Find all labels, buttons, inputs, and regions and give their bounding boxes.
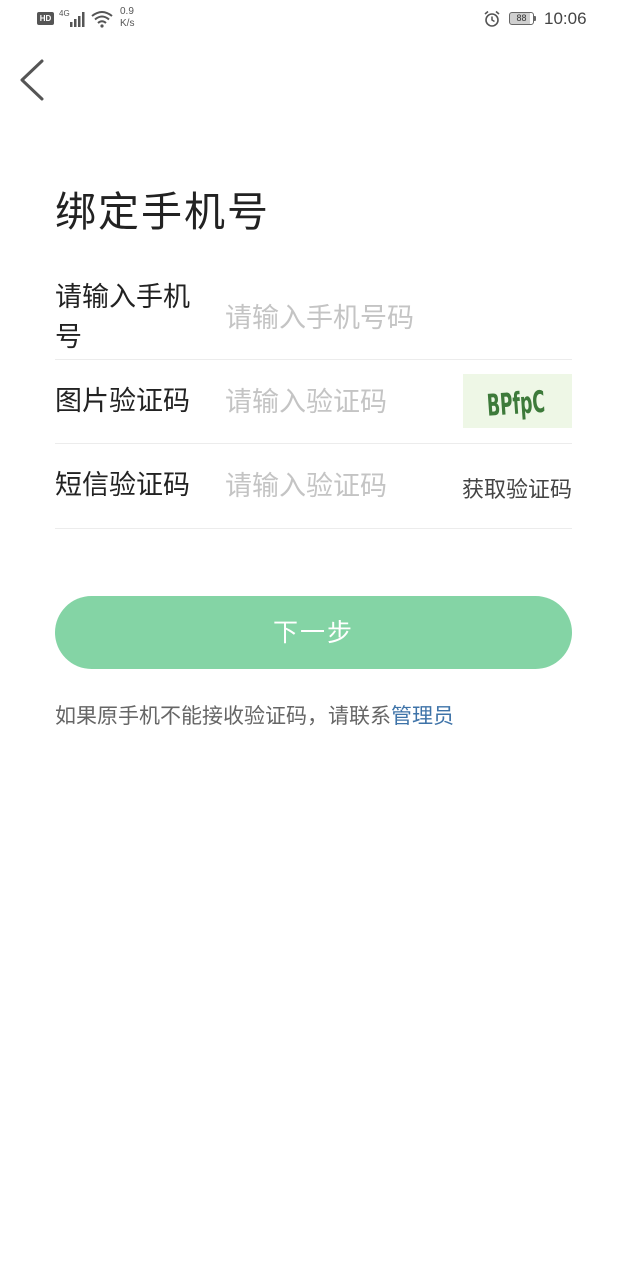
status-time: 10:06	[544, 9, 587, 28]
sms-input[interactable]	[225, 466, 445, 506]
hd-badge: HD	[37, 12, 54, 25]
network-speed: 0.9 K/s	[120, 6, 134, 30]
help-note: 如果原手机不能接收验证码，请联系管理员	[55, 700, 454, 730]
page-title: 绑定手机号	[55, 188, 270, 236]
wifi-icon	[91, 11, 113, 28]
captcha-label: 图片验证码	[55, 386, 190, 417]
status-bar: HD 4G 0.9 K/s 88 10:06	[0, 0, 627, 40]
speed-unit: K/s	[120, 18, 135, 29]
phone-row: 请输入手机号	[55, 276, 572, 360]
alarm-icon	[484, 10, 500, 27]
phone-label: 请输入手机号	[55, 282, 190, 353]
next-button[interactable]: 下一步	[55, 596, 572, 669]
battery-level: 88	[516, 13, 527, 23]
captcha-text: BPfpC	[486, 385, 546, 424]
battery-icon: 88	[509, 12, 534, 25]
signal-icon: 4G	[59, 9, 85, 27]
sms-row: 短信验证码 获取验证码	[55, 444, 572, 529]
back-button[interactable]	[14, 56, 54, 106]
captcha-row: 图片验证码 BPfpC	[55, 360, 572, 444]
get-code-button[interactable]: 获取验证码	[462, 472, 572, 504]
speed-value: 0.9	[120, 6, 134, 17]
help-text: 如果原手机不能接收验证码，请联系	[55, 704, 391, 728]
captcha-input[interactable]	[225, 382, 455, 422]
phone-input[interactable]	[225, 298, 555, 338]
battery-tip	[534, 16, 536, 21]
chevron-left-icon	[20, 59, 44, 101]
network-type-label: 4G	[59, 9, 70, 18]
contact-admin-link[interactable]: 管理员	[391, 704, 454, 728]
captcha-graphic: BPfpC	[486, 385, 546, 424]
sms-label: 短信验证码	[55, 470, 190, 501]
captcha-image[interactable]: BPfpC	[463, 374, 572, 428]
